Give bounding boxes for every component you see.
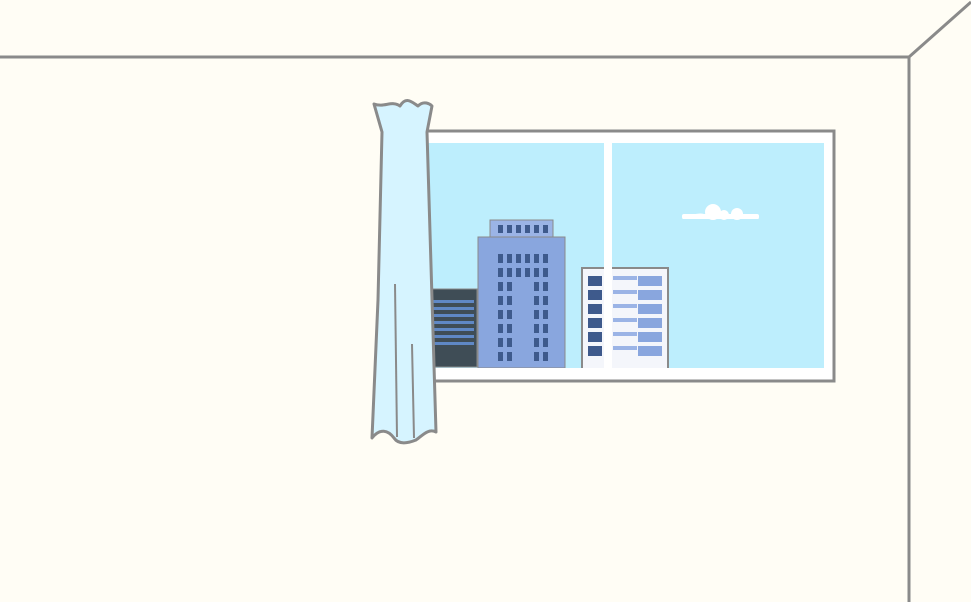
tower-window <box>543 324 548 333</box>
tower-window <box>543 310 548 319</box>
office-window <box>588 346 602 356</box>
tower-window <box>507 324 512 333</box>
tower-window <box>498 296 503 305</box>
tower-window <box>507 254 512 263</box>
room-scene <box>0 0 971 602</box>
tower-window <box>498 254 503 263</box>
tower-window <box>507 338 512 347</box>
office-window <box>638 318 662 328</box>
office-window <box>638 346 662 356</box>
tower-window <box>534 310 539 319</box>
building-dark <box>429 288 478 368</box>
tower-window <box>534 254 539 263</box>
tower-window <box>498 324 503 333</box>
tower-window <box>525 268 530 277</box>
office-window <box>613 346 637 350</box>
tower-window <box>507 296 512 305</box>
office-window <box>613 318 637 322</box>
office-window <box>588 332 602 342</box>
office-window <box>638 290 662 300</box>
tower-window <box>543 282 548 291</box>
office-window <box>638 332 662 342</box>
window <box>416 129 836 383</box>
office-window <box>613 304 637 308</box>
tower-window <box>534 296 539 305</box>
tower-window <box>498 282 503 291</box>
tower-window <box>543 268 548 277</box>
tower-window <box>534 352 539 361</box>
building-tower <box>477 219 566 369</box>
tower-window <box>498 268 503 277</box>
tower-window <box>516 268 521 277</box>
window-sill <box>428 368 824 371</box>
tower-window <box>543 254 548 263</box>
tower-window <box>516 254 521 263</box>
tower-window <box>525 254 530 263</box>
tower-window <box>507 282 512 291</box>
tower-window <box>543 296 548 305</box>
office-window <box>588 276 602 286</box>
tower-window <box>534 268 539 277</box>
tower-window <box>498 310 503 319</box>
window-mullion <box>604 143 612 371</box>
tower-window <box>543 352 548 361</box>
tower-window <box>498 338 503 347</box>
tower-window <box>507 268 512 277</box>
building-white <box>581 267 669 371</box>
curtain <box>370 99 438 445</box>
tower-window <box>543 338 548 347</box>
office-window <box>613 276 637 280</box>
tower-window <box>507 310 512 319</box>
tower-window <box>498 352 503 361</box>
tower-window <box>534 338 539 347</box>
office-window <box>638 276 662 286</box>
tower-window <box>507 352 512 361</box>
office-window <box>638 304 662 314</box>
office-window <box>613 332 637 336</box>
office-window <box>588 304 602 314</box>
office-window <box>588 318 602 328</box>
office-window <box>613 290 637 294</box>
tower-window <box>534 282 539 291</box>
office-window <box>588 290 602 300</box>
tower-window <box>534 324 539 333</box>
